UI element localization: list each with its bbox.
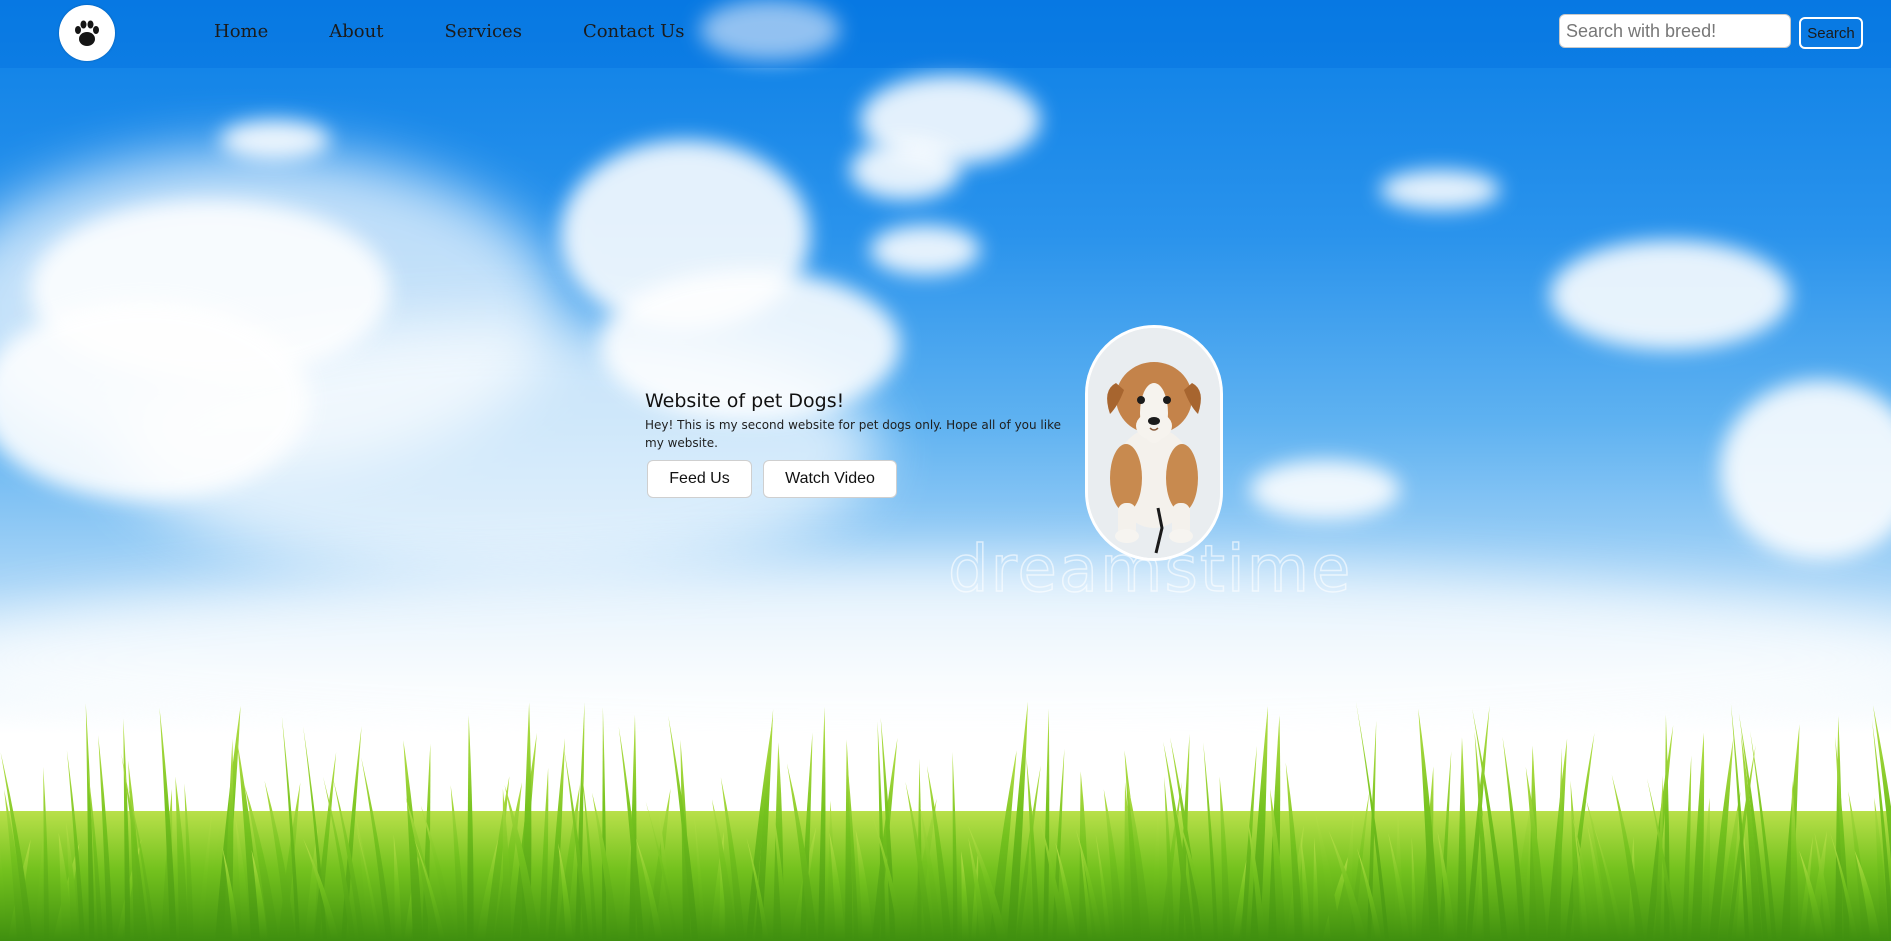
grass-foreground (0, 701, 1891, 941)
nav-link-about[interactable]: About (329, 21, 383, 42)
search-button[interactable]: Search (1799, 17, 1863, 49)
hero-buttons: Feed Us Watch Video (647, 460, 1080, 498)
grass-blade (467, 715, 474, 941)
nav-link-contact-us[interactable]: Contact Us (583, 21, 685, 42)
logo[interactable] (59, 5, 115, 61)
hero-description: Hey! This is my second website for pet d… (645, 418, 1061, 450)
puppy-illustration (1088, 328, 1220, 558)
paw-print-icon (75, 20, 99, 46)
search-input[interactable] (1559, 14, 1791, 48)
nav-link-home[interactable]: Home (214, 21, 268, 42)
nav-link-services[interactable]: Services (444, 21, 521, 42)
hero-section: Website of pet Dogs! Hey! This is my sec… (645, 388, 1080, 498)
navbar: Home About Services Contact Us Search (0, 0, 1891, 68)
watch-video-button[interactable]: Watch Video (763, 460, 897, 498)
hero-title: Website of pet Dogs! (645, 390, 845, 412)
grass-blade (1664, 714, 1670, 941)
feed-us-button[interactable]: Feed Us (647, 460, 752, 498)
puppy-photo (1085, 325, 1223, 561)
nav-links: Home About Services Contact Us (214, 21, 746, 42)
page: dreamstime Home About Services Contact U… (0, 0, 1891, 941)
